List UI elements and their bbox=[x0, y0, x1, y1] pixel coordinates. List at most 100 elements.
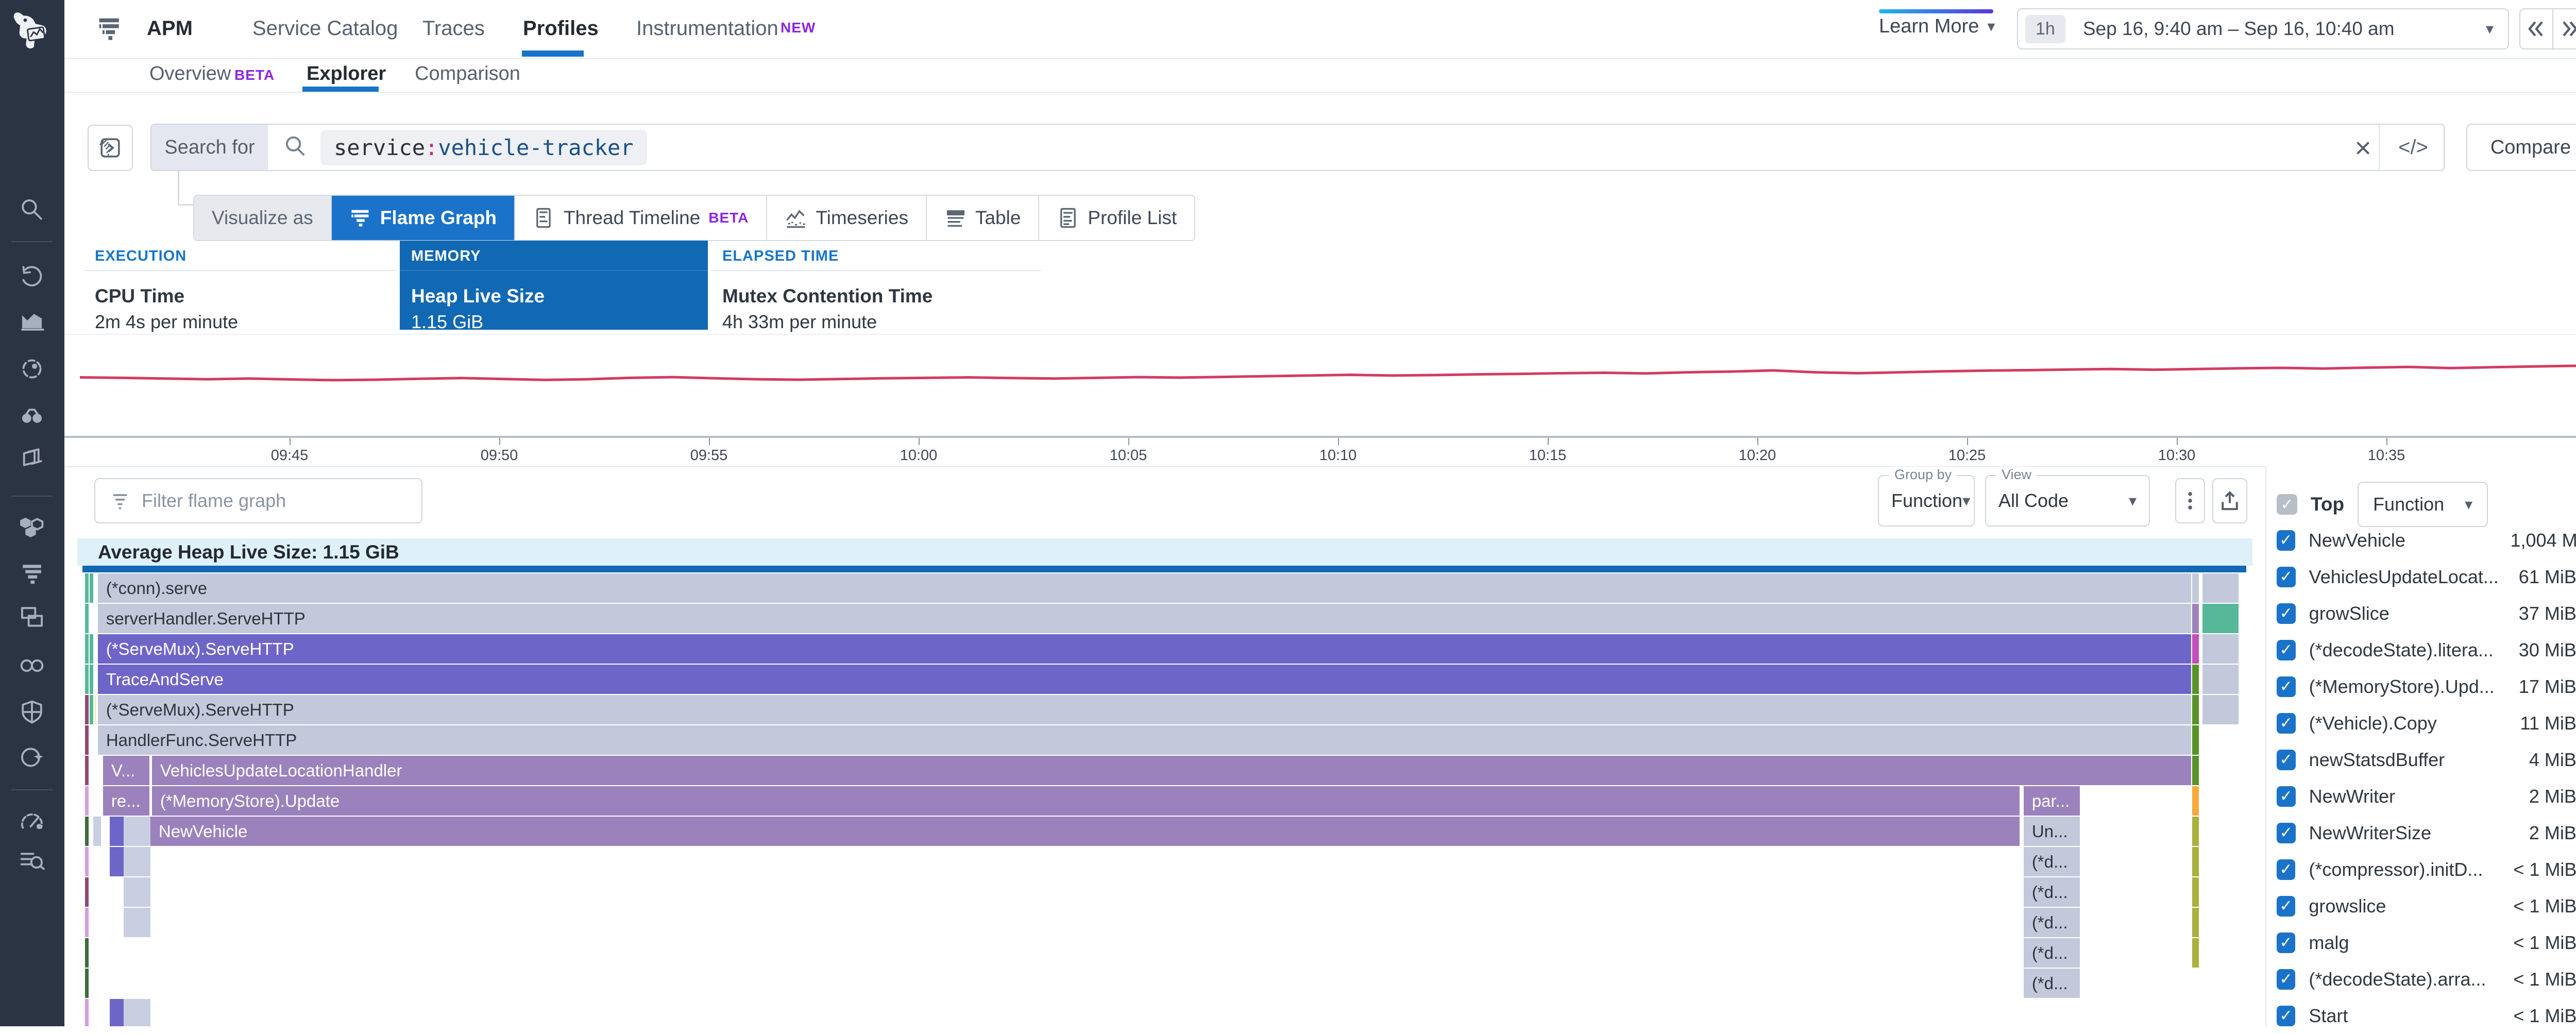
flame-frame[interactable]: (*ServeMux).ServeHTTP bbox=[98, 695, 2191, 724]
function-name[interactable]: NewWriterSize bbox=[2309, 822, 2502, 844]
view-select[interactable]: View All Code▾ bbox=[1985, 475, 2150, 527]
dashboards-icon[interactable] bbox=[18, 444, 46, 473]
flame-frame[interactable]: re... bbox=[103, 786, 149, 816]
code-view-icon[interactable]: </> bbox=[2379, 125, 2428, 170]
select-all-checkbox[interactable]: ✓ bbox=[2277, 494, 2297, 515]
time-range-picker[interactable]: 1h Sep 16, 9:40 am – Sep 16, 10:40 am ▾ bbox=[2017, 8, 2509, 49]
workflow-icon[interactable] bbox=[18, 743, 46, 772]
flame-frame[interactable]: par... bbox=[2024, 786, 2080, 816]
flame-frame[interactable]: Un... bbox=[2024, 817, 2080, 846]
ci-pipelines-icon[interactable] bbox=[18, 651, 46, 680]
function-name[interactable]: growSlice bbox=[2309, 603, 2502, 624]
function-checkbox[interactable]: ✓ bbox=[2277, 713, 2296, 734]
shift-forward-icon[interactable] bbox=[2553, 9, 2576, 48]
metric-card-heap-live-size[interactable]: MEMORY Heap Live Size 1.15 GiB bbox=[400, 241, 708, 330]
security-icon[interactable] bbox=[18, 698, 46, 726]
datadog-logo[interactable] bbox=[9, 9, 56, 56]
function-checkbox[interactable]: ✓ bbox=[2277, 896, 2295, 917]
viz-option-profile-list[interactable]: Profile List bbox=[1039, 196, 1194, 240]
tab-overview[interactable]: Overview bbox=[149, 59, 231, 91]
function-name[interactable]: newStatsdBuffer bbox=[2309, 749, 2502, 771]
nav-item-traces[interactable]: Traces bbox=[422, 0, 485, 57]
function-name[interactable]: (*compressor).initD... bbox=[2309, 859, 2500, 880]
function-checkbox[interactable]: ✓ bbox=[2277, 859, 2295, 880]
flame-filter-input[interactable]: Filter flame graph bbox=[94, 478, 422, 523]
function-name[interactable]: growslice bbox=[2309, 895, 2500, 917]
viz-option-timeseries[interactable]: Timeseries bbox=[767, 196, 927, 240]
learn-more-button[interactable]: Learn More▾ bbox=[1879, 15, 1995, 38]
flame-root-frame[interactable] bbox=[82, 566, 2246, 572]
heap-timeseries-chart[interactable]: 09:4509:5009:5510:0010:0510:1010:1510:20… bbox=[64, 335, 2576, 467]
function-checkbox[interactable]: ✓ bbox=[2277, 969, 2295, 990]
function-name[interactable]: (*decodeState).litera... bbox=[2309, 639, 2502, 661]
flame-frame[interactable]: (*ServeMux).ServeHTTP bbox=[98, 634, 2191, 664]
function-name[interactable]: (*decodeState).arra... bbox=[2309, 969, 2500, 990]
function-checkbox[interactable]: ✓ bbox=[2277, 786, 2296, 807]
flame-frame[interactable]: (*conn).serve bbox=[98, 573, 2191, 603]
export-button[interactable] bbox=[2212, 478, 2247, 523]
logs-icon[interactable] bbox=[18, 846, 46, 875]
function-checkbox[interactable]: ✓ bbox=[2277, 676, 2296, 697]
more-options-button[interactable] bbox=[2175, 478, 2205, 523]
function-name[interactable]: malg bbox=[2309, 932, 2500, 954]
flame-graph[interactable]: (*conn).serveserverHandler.ServeHTTP(*Se… bbox=[82, 573, 2246, 1026]
function-checkbox[interactable]: ✓ bbox=[2277, 933, 2295, 953]
function-checkbox[interactable]: ✓ bbox=[2277, 823, 2296, 843]
timeseries-line bbox=[64, 335, 2576, 436]
function-checkbox[interactable]: ✓ bbox=[2277, 750, 2296, 770]
compare-button[interactable]: Compare▾ bbox=[2466, 124, 2576, 171]
top-group-select[interactable]: Function▾ bbox=[2358, 482, 2488, 527]
function-checkbox[interactable]: ✓ bbox=[2277, 567, 2296, 587]
function-checkbox[interactable]: ✓ bbox=[2277, 1006, 2295, 1026]
viz-option-thread-timeline[interactable]: Thread Timeline BETA bbox=[515, 196, 767, 240]
function-name[interactable]: VehiclesUpdateLocat... bbox=[2309, 566, 2502, 588]
viz-option-table[interactable]: Table bbox=[927, 196, 1039, 240]
metrics-icon[interactable] bbox=[18, 306, 46, 335]
flame-frame[interactable]: VehiclesUpdateLocationHandler bbox=[152, 756, 2191, 785]
group-by-select[interactable]: Group by Function▾ bbox=[1878, 475, 1975, 527]
flame-frame[interactable]: HandlerFunc.ServeHTTP bbox=[98, 725, 2191, 755]
nav-item-service-catalog[interactable]: Service Catalog bbox=[252, 0, 398, 57]
flame-frame[interactable]: (*d... bbox=[2024, 877, 2080, 907]
search-bar[interactable]: Search for service:vehicle-tracker × </> bbox=[150, 124, 2445, 171]
shift-back-icon[interactable] bbox=[2520, 9, 2553, 48]
function-name[interactable]: (*MemoryStore).Upd... bbox=[2309, 676, 2502, 698]
flame-frame[interactable]: serverHandler.ServeHTTP bbox=[98, 604, 2191, 633]
history-icon[interactable] bbox=[18, 262, 46, 291]
function-checkbox[interactable]: ✓ bbox=[2277, 530, 2295, 551]
flame-frame[interactable]: (*d... bbox=[2024, 847, 2080, 876]
flame-frame[interactable]: (*MemoryStore).Update bbox=[152, 786, 2020, 816]
nav-item-instrumentation[interactable]: Instrumentation bbox=[636, 0, 778, 57]
function-name[interactable]: NewVehicle bbox=[2309, 530, 2497, 551]
metric-card-cpu-time[interactable]: EXECUTION CPU Time 2m 4s per minute bbox=[83, 241, 397, 330]
function-checkbox[interactable]: ✓ bbox=[2277, 640, 2296, 660]
tab-explorer[interactable]: Explorer bbox=[307, 59, 386, 91]
function-name[interactable]: NewWriter bbox=[2309, 786, 2502, 807]
watchdog-icon[interactable] bbox=[18, 402, 46, 431]
flame-frame[interactable]: (*d... bbox=[2024, 969, 2080, 998]
tab-comparison[interactable]: Comparison bbox=[415, 59, 520, 91]
function-name[interactable]: (*Vehicle).Copy bbox=[2309, 713, 2502, 734]
metric-card-mutex-contention[interactable]: ELAPSED TIME Mutex Contention Time 4h 33… bbox=[711, 241, 1042, 330]
flame-frame-sliver bbox=[85, 573, 89, 603]
monitors-icon[interactable] bbox=[18, 807, 46, 836]
nav-item-apm[interactable]: APM bbox=[147, 0, 193, 57]
viz-option-flame-graph[interactable]: Flame Graph bbox=[332, 196, 515, 240]
flame-frame[interactable]: NewVehicle bbox=[150, 817, 2020, 846]
search-icon[interactable] bbox=[18, 196, 46, 225]
search-query[interactable]: service:vehicle-tracker bbox=[320, 130, 647, 165]
service-catalog-icon[interactable] bbox=[18, 511, 46, 540]
flame-frame[interactable]: (*d... bbox=[2024, 938, 2080, 968]
function-checkbox[interactable]: ✓ bbox=[2277, 603, 2296, 624]
flame-frame[interactable]: TraceAndServe bbox=[98, 665, 2191, 694]
infrastructure-icon[interactable] bbox=[18, 354, 46, 383]
flame-frame[interactable]: V... bbox=[103, 756, 149, 785]
expand-panel-button[interactable] bbox=[88, 125, 133, 171]
flame-frame[interactable]: (*d... bbox=[2024, 908, 2080, 937]
function-name[interactable]: Start bbox=[2309, 1005, 2500, 1027]
visualize-as-label: Visualize as bbox=[194, 196, 332, 240]
clear-search-icon[interactable]: × bbox=[2354, 125, 2371, 170]
nav-item-profiles[interactable]: Profiles bbox=[523, 0, 599, 57]
rum-icon[interactable] bbox=[18, 603, 46, 632]
apm-profiling-icon[interactable] bbox=[18, 560, 46, 588]
